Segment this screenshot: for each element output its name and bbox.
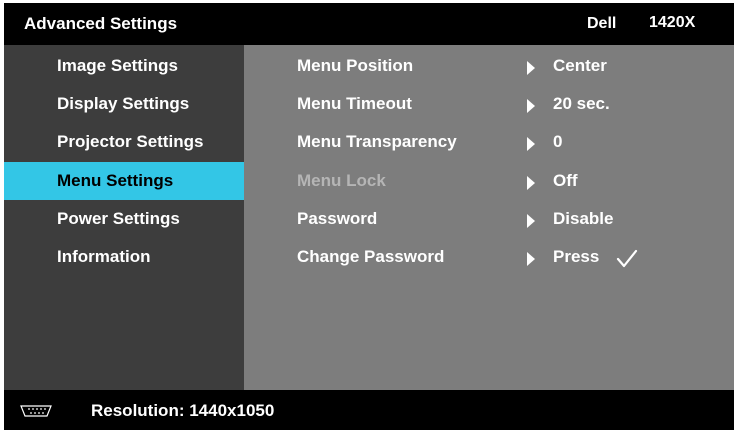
menu-position-row[interactable]: Menu Position Center [244, 47, 734, 85]
vga-port-icon [20, 405, 52, 417]
setting-label: Menu Position [297, 56, 414, 75]
model-label: 1420X [649, 14, 696, 31]
menu-title: Advanced Settings [24, 14, 178, 33]
checkmark-icon [616, 249, 638, 268]
sidebar-item-display-settings[interactable]: Display Settings [4, 85, 244, 123]
setting-value: 0 [553, 132, 563, 151]
header-bar: Advanced Settings Dell 1420X [4, 3, 734, 45]
setting-value: Center [553, 56, 607, 75]
sidebar-item-power-settings[interactable]: Power Settings [4, 200, 244, 238]
setting-value: Off [553, 171, 578, 190]
status-bar: Resolution: 1440x1050 [4, 390, 734, 430]
setting-value: Disable [553, 209, 614, 228]
arrow-right-icon [527, 214, 535, 228]
arrow-right-icon [527, 137, 535, 151]
menu-transparency-row[interactable]: Menu Transparency 0 [244, 123, 734, 161]
setting-label: Menu Lock [297, 171, 386, 190]
change-password-row[interactable]: Change Password Press [244, 238, 734, 276]
sidebar-item-image-settings[interactable]: Image Settings [4, 47, 244, 85]
sidebar-item-label: Power Settings [57, 209, 180, 228]
menu-timeout-row[interactable]: Menu Timeout 20 sec. [244, 85, 734, 123]
resolution-label: Resolution: 1440x1050 [91, 401, 275, 420]
setting-value: 20 sec. [553, 94, 610, 113]
sidebar-menu: Image Settings Display Settings Projecto… [4, 45, 244, 390]
password-row[interactable]: Password Disable [244, 200, 734, 238]
brand-label: Dell [587, 15, 617, 32]
menu-lock-row[interactable]: Menu Lock Off [244, 162, 734, 200]
arrow-right-icon [527, 99, 535, 113]
projector-osd-menu: Advanced Settings Dell 1420X Image Setti… [4, 3, 734, 430]
sidebar-item-label: Menu Settings [57, 171, 174, 190]
sidebar-item-projector-settings[interactable]: Projector Settings [4, 123, 244, 161]
sidebar-item-label: Image Settings [57, 56, 178, 75]
sidebar-item-menu-settings[interactable]: Menu Settings [4, 162, 244, 200]
setting-label: Password [297, 209, 378, 228]
sidebar-item-label: Information [57, 247, 151, 266]
setting-label: Menu Timeout [297, 94, 412, 113]
settings-panel: Menu Position Center Menu Timeout 20 sec… [244, 45, 734, 390]
setting-value: Press [553, 247, 600, 266]
sidebar-item-label: Projector Settings [57, 132, 204, 151]
arrow-right-icon [527, 176, 535, 190]
sidebar-item-information[interactable]: Information [4, 238, 244, 276]
arrow-right-icon [527, 252, 535, 266]
arrow-right-icon [527, 61, 535, 75]
setting-label: Menu Transparency [297, 132, 457, 151]
setting-label: Change Password [297, 247, 445, 266]
sidebar-item-label: Display Settings [57, 94, 190, 113]
